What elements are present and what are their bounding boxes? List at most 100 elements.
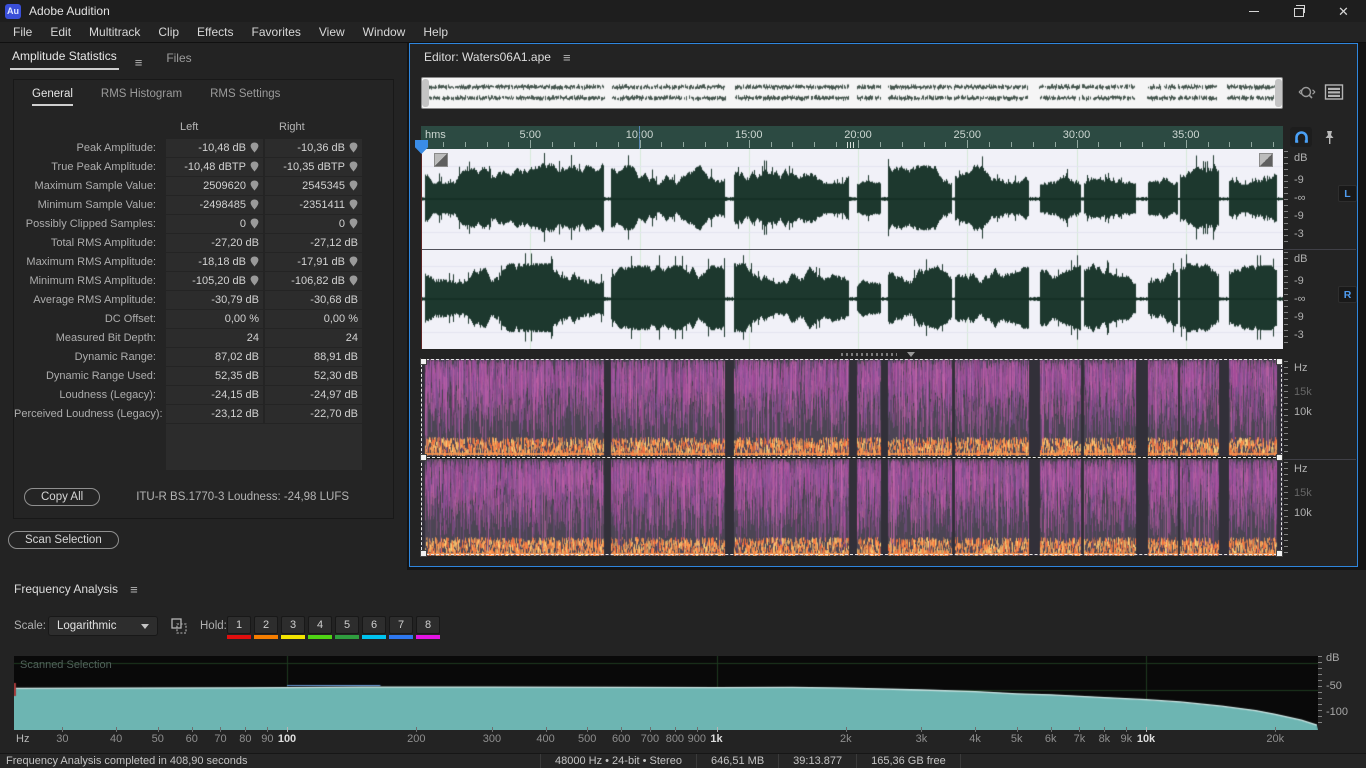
copy-all-button[interactable]: Copy All [24, 488, 101, 506]
tab-rms-settings[interactable]: RMS Settings [210, 88, 280, 106]
stats-value: -23,12 dB [211, 407, 259, 420]
tab-rms-histogram[interactable]: RMS Histogram [101, 88, 182, 106]
channel-button-r[interactable]: R [1338, 286, 1357, 303]
divider-grip[interactable] [841, 353, 897, 356]
statistics-groupbox: General RMS Histogram RMS Settings Left Ri… [13, 79, 394, 519]
stats-value: 2509620 [203, 179, 246, 192]
frequency-panel-menu-icon[interactable]: ≡ [130, 582, 138, 597]
menu-item-edit[interactable]: Edit [41, 22, 80, 43]
pin-icon[interactable] [349, 218, 358, 229]
frequency-graph[interactable]: Scanned Selection [14, 656, 1318, 730]
stats-row: Maximum RMS Amplitude: -18,18 dB -17,91 dB [14, 252, 393, 271]
pin-icon[interactable] [349, 180, 358, 191]
tab-amplitude-statistics[interactable]: Amplitude Statistics [10, 44, 119, 70]
pin-icon[interactable] [250, 199, 259, 210]
editor-tab-title[interactable]: Editor: Waters06A1.ape [424, 50, 551, 64]
pin-icon[interactable] [349, 199, 358, 210]
menu-item-effects[interactable]: Effects [188, 22, 242, 43]
hold-button-number: 8 [416, 616, 440, 634]
pin-tool-icon[interactable] [1318, 127, 1340, 147]
ruler-tick [1010, 142, 1012, 147]
stats-value: -22,70 dB [310, 407, 358, 420]
overview-left-handle[interactable] [422, 79, 429, 107]
hold-button-1[interactable]: 1 [227, 616, 251, 639]
freq-axis-label: 50 [151, 733, 164, 745]
panel-menu-icon[interactable]: ≡ [563, 50, 571, 65]
freq-db-label: dB [1326, 652, 1340, 664]
pin-icon[interactable] [250, 275, 259, 286]
waveform-left-canvas[interactable] [421, 149, 1283, 249]
stats-value: 0 [338, 217, 345, 230]
menu-item-multitrack[interactable]: Multitrack [80, 22, 149, 43]
collapse-arrow-icon[interactable] [907, 352, 915, 357]
fade-out-handle[interactable] [1259, 153, 1273, 167]
stats-value-cell: -27,20 dB [166, 233, 263, 252]
close-button[interactable]: ✕ [1321, 0, 1366, 22]
zoom-navigator-icon[interactable] [1296, 83, 1318, 105]
pin-icon[interactable] [349, 256, 358, 267]
freq-axis-tick [1275, 727, 1277, 732]
tab-files[interactable]: Files [164, 46, 193, 70]
frequency-panel-title[interactable]: Frequency Analysis [14, 582, 118, 596]
pin-icon[interactable] [349, 161, 358, 172]
stats-panel-menu-icon[interactable]: ≡ [135, 55, 143, 70]
hold-button-5[interactable]: 5 [335, 616, 359, 639]
headphones-icon[interactable] [1290, 127, 1312, 147]
tab-general[interactable]: General [32, 88, 73, 106]
stats-value-cell: 87,02 dB [166, 347, 263, 366]
selection-handle[interactable] [1276, 454, 1283, 461]
pin-icon[interactable] [250, 142, 259, 153]
copy-graph-icon[interactable] [170, 617, 188, 635]
pin-icon[interactable] [250, 180, 259, 191]
restore-button[interactable] [1276, 0, 1321, 22]
pin-icon[interactable] [349, 275, 358, 286]
hold-button-3[interactable]: 3 [281, 616, 305, 639]
ruler-tick [530, 140, 532, 148]
stats-row: Average RMS Amplitude: -30,79 dB -30,68 dB [14, 290, 393, 309]
selection-handle[interactable] [420, 358, 427, 365]
menu-item-file[interactable]: File [4, 22, 41, 43]
selection-handle[interactable] [420, 454, 427, 461]
display-divider[interactable] [421, 349, 1283, 359]
pin-icon[interactable] [349, 142, 358, 153]
db-scale-label: dB [1294, 253, 1308, 265]
app-window: Au Adobe Audition ✕ File Edit Multitrack Cl… [0, 0, 1366, 768]
menu-item-view[interactable]: View [310, 22, 354, 43]
ruler-tick [1098, 142, 1100, 147]
selection-handle[interactable] [1276, 358, 1283, 365]
overview-right-handle[interactable] [1275, 79, 1282, 107]
menu-item-favorites[interactable]: Favorites [243, 22, 310, 43]
selection-handle[interactable] [1276, 550, 1283, 557]
overview-waveform-canvas[interactable] [423, 79, 1281, 107]
menu-item-help[interactable]: Help [414, 22, 457, 43]
hold-button-number: 4 [308, 616, 332, 634]
scan-selection-button[interactable]: Scan Selection [8, 531, 119, 549]
spectral-selection[interactable] [420, 358, 1283, 557]
freq-axis-tick [157, 727, 159, 732]
freq-axis-label: 9k [1120, 733, 1133, 745]
fade-in-handle[interactable] [434, 153, 448, 167]
hold-button-6[interactable]: 6 [362, 616, 386, 639]
hold-button-2[interactable]: 2 [254, 616, 278, 639]
frequency-graph-canvas[interactable] [14, 656, 1318, 730]
overview-navigator[interactable] [421, 77, 1283, 109]
channel-button-l[interactable]: L [1338, 185, 1357, 202]
hold-button-7[interactable]: 7 [389, 616, 413, 639]
pin-icon[interactable] [250, 161, 259, 172]
stats-value-cell: -30,79 dB [166, 290, 263, 309]
menu-item-window[interactable]: Window [354, 22, 415, 43]
editor-layout-icon[interactable] [1324, 83, 1344, 101]
chevron-down-icon [141, 623, 149, 629]
hold-button-4[interactable]: 4 [308, 616, 332, 639]
pin-icon[interactable] [250, 218, 259, 229]
selection-handle[interactable] [420, 550, 427, 557]
waveform-right-canvas[interactable] [421, 249, 1283, 349]
minimize-button[interactable] [1231, 0, 1276, 22]
freq-axis-label: 20k [1266, 733, 1285, 745]
ruler-tick [1142, 142, 1144, 147]
menu-bar: File Edit Multitrack Clip Effects Favorites Vi… [0, 22, 1366, 43]
hold-button-8[interactable]: 8 [416, 616, 440, 639]
pin-icon[interactable] [250, 256, 259, 267]
menu-item-clip[interactable]: Clip [149, 22, 188, 43]
scale-dropdown[interactable]: Logarithmic [48, 616, 158, 636]
